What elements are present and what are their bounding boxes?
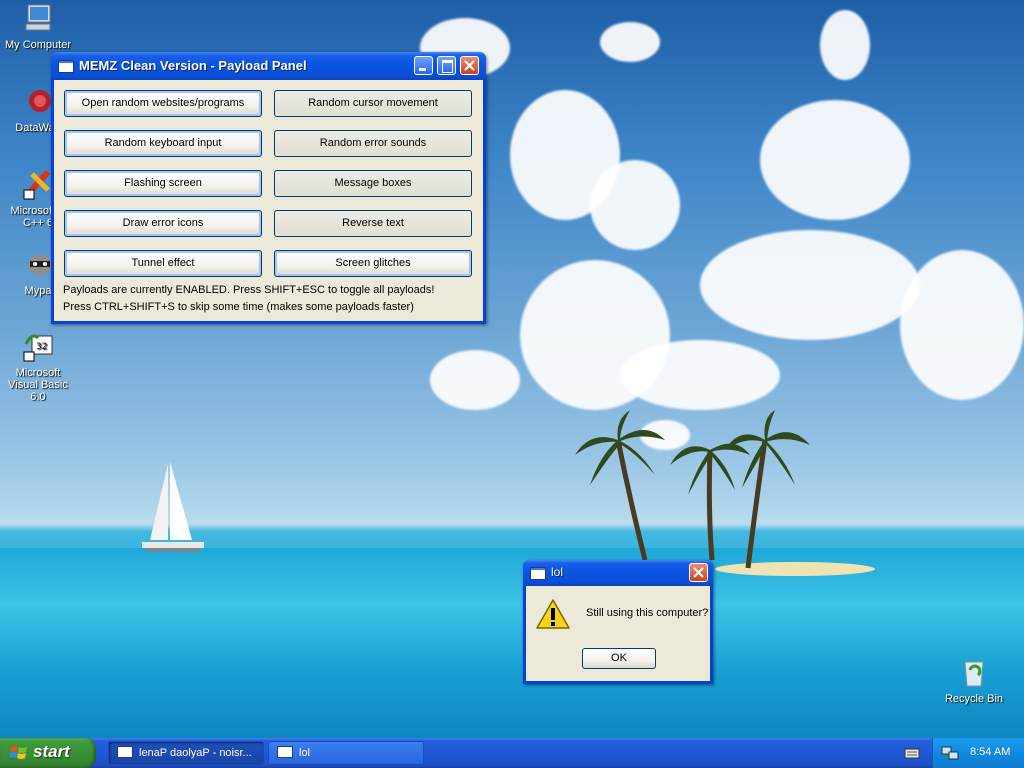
minimize-button[interactable] — [414, 56, 433, 75]
payload-button-keyboard-input[interactable]: Random keyboard input — [64, 130, 262, 157]
cloud — [820, 10, 870, 80]
start-button[interactable]: start — [0, 738, 96, 768]
minimize-icon — [419, 68, 426, 71]
windows-logo-icon — [10, 746, 27, 759]
payload-button-cursor-movement[interactable]: Random cursor movement — [274, 90, 472, 117]
window-titlebar[interactable]: MEMZ Clean Version - Payload Panel — [51, 52, 486, 80]
visual-cpp-icon — [23, 169, 51, 200]
payload-button-draw-error-icons[interactable]: Draw error icons — [64, 210, 262, 237]
recycle-bin-icon — [964, 661, 984, 687]
taskbar-item-label: lol — [299, 747, 311, 759]
keyboard-icon[interactable] — [904, 746, 920, 760]
maximize-icon — [442, 60, 453, 73]
payload-panel-window: MEMZ Clean Version - Payload Panel Open … — [51, 52, 486, 324]
payload-button-screen-glitches[interactable]: Screen glitches — [274, 250, 472, 277]
lol-dialog-window: lol Still using this computer? OK — [523, 560, 713, 684]
taskbar-item-lol[interactable]: lol — [268, 741, 424, 765]
start-label: start — [33, 742, 70, 761]
dialog-client-area: Still using this computer? OK — [526, 586, 710, 681]
desktop-icon-my-computer[interactable]: My Computer — [0, 2, 76, 51]
cloud — [900, 250, 1024, 400]
cloud — [430, 350, 520, 410]
close-icon — [464, 60, 475, 71]
window-app-icon — [58, 60, 74, 73]
visual-basic-icon: 32 — [23, 334, 53, 362]
window-client-area: Open random websites/programs Random cur… — [54, 80, 483, 321]
taskbar-item-payload-panel[interactable]: lenaP daolyaP - noisr... — [108, 741, 264, 765]
payload-button-tunnel-effect[interactable]: Tunnel effect — [64, 250, 262, 277]
computer-icon — [25, 4, 51, 31]
taskbar-item-label: lenaP daolyaP - noisr... — [139, 747, 252, 759]
status-text-enabled: Payloads are currently ENABLED. Press SH… — [63, 284, 435, 296]
taskbar: start lenaP daolyaP - noisr... lol 8:54 … — [0, 738, 1024, 768]
payload-button-error-sounds[interactable]: Random error sounds — [274, 130, 472, 157]
payload-button-open-websites[interactable]: Open random websites/programs — [64, 90, 262, 117]
warning-icon — [536, 599, 570, 629]
sailboat — [142, 462, 204, 552]
svg-text:32: 32 — [36, 342, 47, 352]
close-icon — [693, 567, 704, 578]
palm-trees — [575, 410, 810, 569]
maximize-button[interactable] — [437, 56, 456, 75]
ok-button[interactable]: OK — [582, 648, 656, 669]
desktop-icon-label: Microsoft Visual Basic 6.0 — [8, 367, 68, 403]
dialog-titlebar[interactable]: lol — [523, 560, 713, 586]
desktop-icon-label: Recycle Bin — [944, 693, 1004, 705]
dialog-app-icon — [530, 567, 546, 580]
status-text-skip-hint: Press CTRL+SHIFT+S to skip some time (ma… — [63, 301, 414, 313]
payload-button-message-boxes[interactable]: Message boxes — [274, 170, 472, 197]
clock[interactable]: 8:54 AM — [970, 746, 1010, 758]
raccoon-icon — [28, 255, 52, 275]
datawag-icon — [29, 90, 51, 112]
cloud — [760, 100, 910, 220]
network-icon[interactable] — [941, 745, 959, 761]
payload-button-flashing-screen[interactable]: Flashing screen — [64, 170, 262, 197]
dialog-close-button[interactable] — [689, 563, 708, 582]
cloud — [700, 230, 920, 340]
cloud — [590, 160, 680, 250]
window-icon — [117, 746, 133, 758]
system-tray: 8:54 AM — [932, 738, 1024, 768]
close-button[interactable] — [460, 56, 479, 75]
dialog-message: Still using this computer? — [586, 607, 709, 619]
window-icon — [277, 746, 293, 758]
sea — [0, 548, 1024, 738]
cloud — [600, 22, 660, 62]
dialog-title: lol — [551, 565, 564, 579]
window-title: MEMZ Clean Version - Payload Panel — [79, 58, 307, 73]
desktop-icon-label: My Computer — [4, 39, 72, 51]
desktop-icon-visual-basic[interactable]: 32 Microsoft Visual Basic 6.0 — [0, 330, 76, 403]
cloud — [620, 340, 780, 410]
desktop-icon-recycle-bin[interactable]: Recycle Bin — [936, 656, 1012, 705]
payload-button-reverse-text[interactable]: Reverse text — [274, 210, 472, 237]
